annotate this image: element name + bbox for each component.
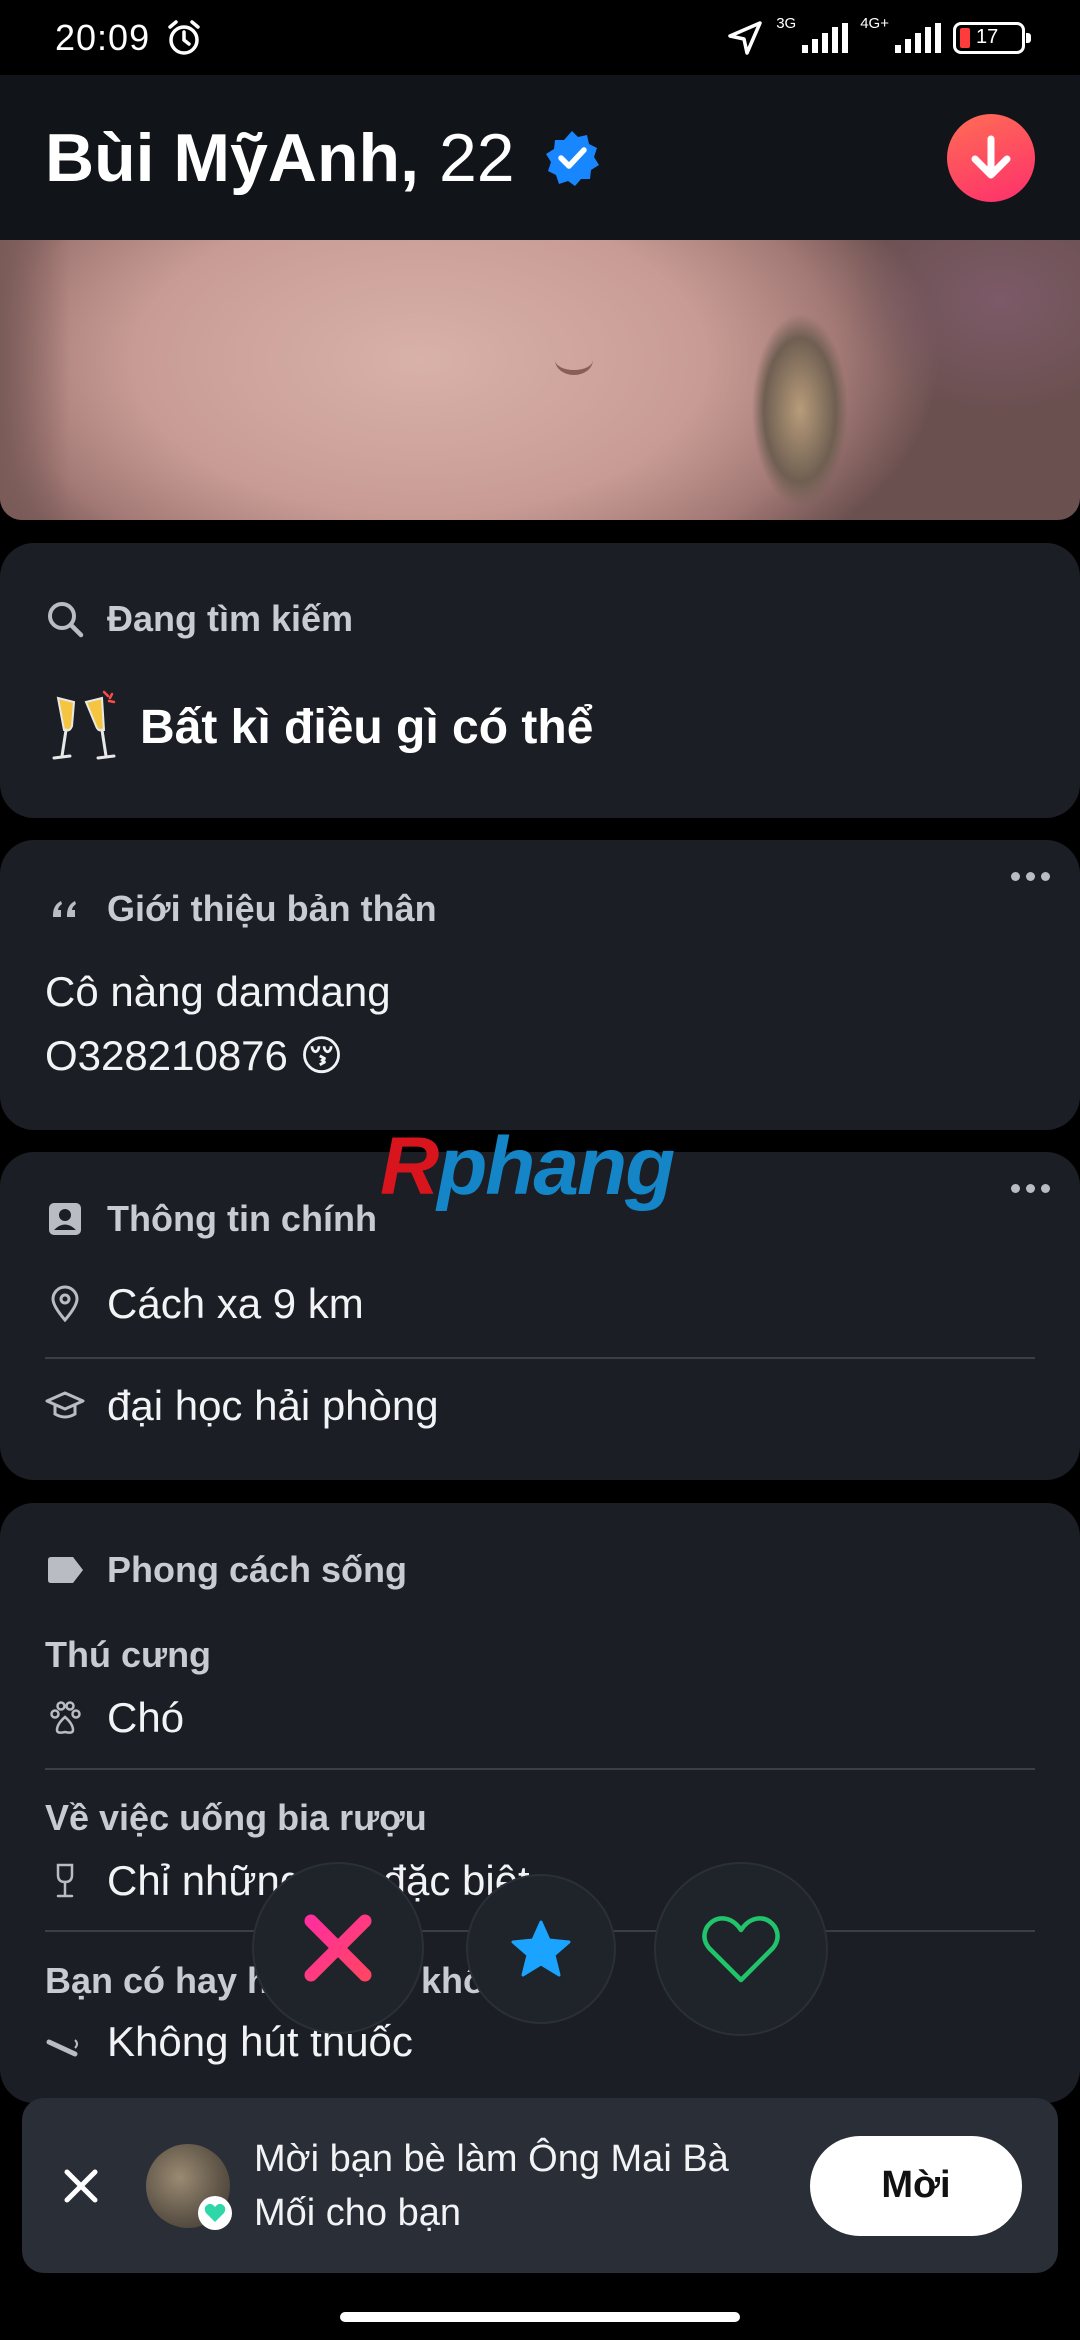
divider xyxy=(45,1357,1035,1359)
watermark-part-2: phang xyxy=(437,1121,675,1212)
bio-text: Cô nàng damdang O328210876 😚 xyxy=(45,960,391,1088)
heart-badge-icon xyxy=(204,2203,226,2222)
divider xyxy=(45,1768,1035,1770)
status-bar: 20:09 3G 4G+ 17 xyxy=(0,0,1080,75)
watermark: Rphang xyxy=(380,1120,675,1214)
profile-name: Bùi MỹAnh, xyxy=(45,119,419,196)
network-type-1: 3G xyxy=(776,15,797,32)
bio-line-1: Cô nàng damdang xyxy=(45,968,391,1015)
location-arrow-icon xyxy=(728,20,762,55)
basic-info-header: Thông tin chính xyxy=(45,1198,377,1240)
profile-header: Bùi MỹAnh, 22 xyxy=(0,75,1080,240)
x-icon xyxy=(304,1914,372,1982)
school-value: đại học hải phòng xyxy=(107,1382,439,1429)
basic-info-title: Thông tin chính xyxy=(107,1198,377,1239)
network-type-2: 4G+ xyxy=(860,15,889,32)
drinking-label: Về việc uống bia rượu xyxy=(45,1797,427,1838)
quote-icon xyxy=(53,901,76,917)
photo-detail xyxy=(555,345,593,375)
wine-glass-icon xyxy=(56,1863,74,1898)
champagne-glasses-icon xyxy=(52,690,116,760)
looking-for-header: Đang tìm kiếm xyxy=(45,598,353,640)
watermark-part-1: R xyxy=(380,1121,439,1212)
battery-icon: 17 xyxy=(953,21,1031,54)
invite-banner: Mời bạn bè làm Ông Mai Bà Mối cho bạn Mờ… xyxy=(22,2098,1058,2273)
status-time: 20:09 xyxy=(55,16,151,58)
contact-card-icon xyxy=(49,1203,81,1235)
invite-text: Mời bạn bè làm Ông Mai Bà Mối cho bạn xyxy=(254,2137,729,2234)
star-icon xyxy=(511,1920,571,1977)
distance-value: Cách xa 9 km xyxy=(107,1280,364,1327)
heart-icon xyxy=(702,1916,780,1983)
cigarette-icon xyxy=(46,2039,78,2057)
smoking-row: Không hút thuốc xyxy=(45,2018,1035,2066)
looking-for-title: Đang tìm kiếm xyxy=(107,598,354,639)
invite-button[interactable]: Mời xyxy=(810,2135,1022,2236)
avatar-badge xyxy=(198,2195,232,2230)
photo-shade xyxy=(0,240,70,520)
like-button[interactable] xyxy=(654,1862,828,2036)
looking-for-value: Bất kì điều gì có thể xyxy=(140,700,594,754)
pets-label: Thú cưng xyxy=(45,1634,212,1675)
pets-value: Chó xyxy=(107,1694,185,1741)
bio-title: Giới thiệu bản thân xyxy=(107,888,437,929)
looking-for-value-row: Bất kì điều gì có thể xyxy=(50,690,593,764)
verified-badge-icon xyxy=(545,130,599,186)
search-icon xyxy=(48,602,84,638)
bio-more-options-icon[interactable] xyxy=(1011,872,1050,881)
location-pin-icon xyxy=(51,1285,79,1323)
alarm-clock-icon xyxy=(168,19,200,55)
lifestyle-title: Phong cách sống xyxy=(107,1549,408,1590)
status-indicators: 3G 4G+ 17 xyxy=(726,15,1031,57)
school-row: đại học hải phòng xyxy=(45,1382,1035,1430)
pets-row: Chó xyxy=(45,1694,1035,1742)
collapse-profile-button[interactable] xyxy=(947,113,1035,202)
bio-header: Giới thiệu bản thân xyxy=(45,888,437,930)
home-indicator[interactable] xyxy=(340,2312,740,2322)
graduation-cap-icon xyxy=(45,1391,85,1419)
profile-photo[interactable] xyxy=(0,240,1080,520)
signal-strength-icon-2 xyxy=(895,22,941,53)
nope-button[interactable] xyxy=(252,1862,424,2034)
paw-icon xyxy=(50,1701,81,1734)
distance-row: Cách xa 9 km xyxy=(45,1280,1035,1328)
lifestyle-header: Phong cách sống xyxy=(45,1549,407,1591)
arrow-down-icon xyxy=(971,135,1011,178)
super-like-button[interactable] xyxy=(466,1874,616,2024)
avatar xyxy=(146,2143,232,2230)
close-icon[interactable] xyxy=(58,2163,104,2209)
bio-line-2: O328210876 😚 xyxy=(45,1032,344,1079)
battery-level-fill xyxy=(960,27,970,48)
basic-info-more-options-icon[interactable] xyxy=(1011,1184,1050,1193)
looking-for-card xyxy=(0,543,1080,818)
battery-level: 17 xyxy=(976,26,999,48)
profile-age: 22 xyxy=(438,119,515,196)
signal-strength-icon-1 xyxy=(802,22,849,53)
tag-icon xyxy=(48,1557,83,1583)
